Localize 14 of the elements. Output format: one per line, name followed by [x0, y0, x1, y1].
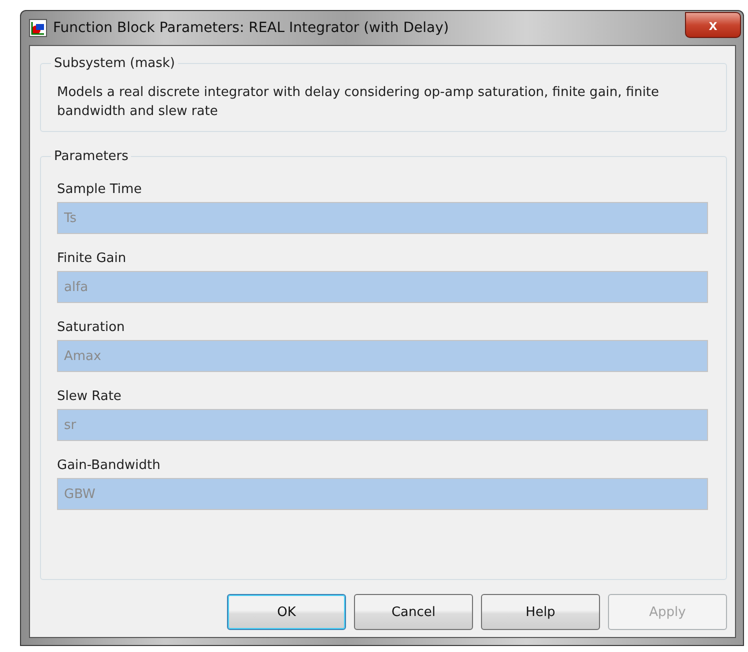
close-button[interactable]: x: [685, 12, 741, 38]
description-text: Models a real discrete integrator with delay considering op-amp saturation, finite gain, finite bandwidth and slew rate: [57, 84, 660, 121]
dialog-button[interactable]: Help: [481, 594, 600, 630]
field-label: Gain-Bandwidth: [57, 458, 162, 473]
group-title: Subsystem (mask): [53, 56, 176, 71]
block-icon: [29, 19, 47, 37]
dialog-button[interactable]: Cancel: [354, 594, 473, 630]
field-label: Saturation: [57, 320, 126, 335]
field-label: Slew Rate: [57, 389, 122, 404]
field-label: Finite Gain: [57, 251, 128, 266]
field-label: Sample Time: [57, 182, 143, 197]
group-title: Parameters: [53, 149, 130, 164]
dialog-button[interactable]: OK: [227, 594, 346, 630]
window-title: Function Block Parameters: REAL Integrator (with Delay): [53, 20, 449, 36]
